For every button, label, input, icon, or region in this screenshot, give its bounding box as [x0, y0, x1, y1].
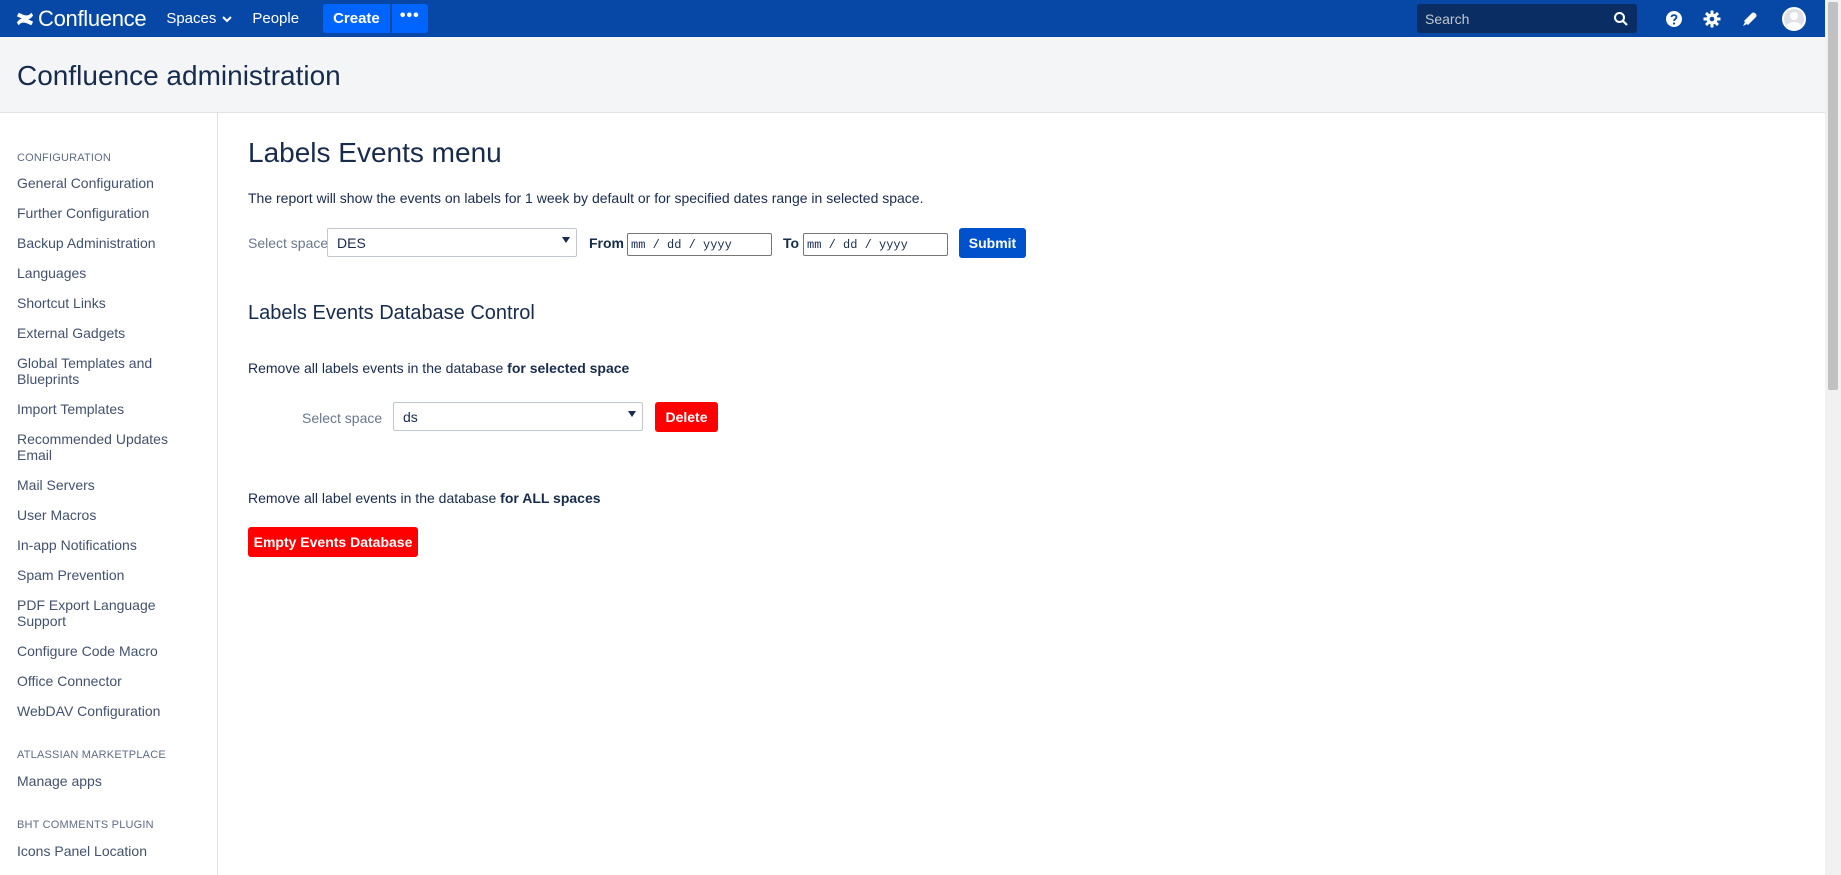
sidebar-heading-bht-comments-plugin: BHT COMMENTS PLUGIN [17, 819, 154, 831]
dropdown-arrow-icon [628, 411, 636, 417]
notifications-button[interactable] [1731, 0, 1769, 37]
remove-all-emphasis: for ALL spaces [500, 490, 601, 506]
settings-button[interactable] [1693, 0, 1731, 37]
sidebar-item-recommended-updates-email[interactable]: Recommended Updates Email [17, 431, 177, 463]
sidebar-heading-atlassian-marketplace: ATLASSIAN MARKETPLACE [17, 749, 166, 761]
report-space-select[interactable]: DES [327, 228, 577, 257]
report-description: The report will show the events on label… [248, 190, 924, 206]
sidebar-item-office-connector[interactable]: Office Connector [17, 673, 207, 689]
logo-text: Confluence [38, 5, 147, 31]
create-button[interactable]: Create [323, 4, 390, 33]
create-label: Create [333, 10, 380, 27]
sidebar-item-global-templates[interactable]: Global Templates and Blueprints [17, 355, 167, 387]
admin-sidebar: CONFIGURATION General Configuration Furt… [0, 113, 218, 875]
gear-icon [1703, 10, 1721, 27]
confluence-logo[interactable]: Confluence [16, 0, 147, 37]
remove-selected-emphasis: for selected space [507, 360, 630, 376]
page-title: Confluence administration [17, 60, 341, 91]
scrollbar-thumb[interactable] [1828, 2, 1838, 390]
sidebar-item-configure-code-macro[interactable]: Configure Code Macro [17, 643, 207, 659]
help-icon [1666, 10, 1682, 27]
delete-label: Delete [665, 409, 708, 425]
confluence-icon [16, 12, 34, 25]
remove-selected-plain: Remove all labels events in the database [248, 360, 504, 376]
remove-all-text: Remove all label events in the database … [248, 490, 601, 506]
dropdown-arrow-icon [562, 237, 570, 243]
page-scrollbar[interactable] [1825, 0, 1841, 875]
delete-button[interactable]: Delete [655, 402, 718, 432]
db-select-space-label: Select space [302, 410, 383, 426]
search-input[interactable] [1425, 10, 1613, 27]
to-label: To [783, 235, 800, 251]
spaces-menu[interactable]: Spaces [156, 0, 242, 37]
from-date-input[interactable]: mm / dd / yyyy [627, 233, 772, 256]
from-label: From [589, 235, 624, 251]
from-date-placeholder: mm / dd / yyyy [631, 237, 732, 252]
search-icon[interactable] [1613, 11, 1629, 27]
spaces-label: Spaces [166, 10, 217, 27]
sidebar-item-further-configuration[interactable]: Further Configuration [17, 205, 207, 221]
sidebar-item-shortcut-links[interactable]: Shortcut Links [17, 295, 207, 311]
sidebar-item-spam-prevention[interactable]: Spam Prevention [17, 567, 207, 583]
select-space-label: Select space [248, 235, 329, 251]
remove-all-plain: Remove all label events in the database [248, 490, 497, 506]
sidebar-item-backup-administration[interactable]: Backup Administration [17, 235, 207, 251]
empty-events-database-button[interactable]: Empty Events Database [248, 527, 418, 557]
more-dots-icon: ••• [399, 6, 420, 24]
report-space-value: DES [337, 234, 366, 251]
db-control-heading: Labels Events Database Control [248, 302, 535, 324]
empty-events-label: Empty Events Database [253, 534, 413, 550]
to-date-input[interactable]: mm / dd / yyyy [803, 233, 948, 256]
megaphone-icon [1743, 11, 1757, 26]
main-content: Labels Events menu The report will show … [218, 113, 1825, 875]
page-header: Confluence administration [0, 37, 1825, 113]
sidebar-item-user-macros[interactable]: User Macros [17, 507, 207, 523]
avatar [1782, 6, 1806, 31]
sidebar-item-manage-apps[interactable]: Manage apps [17, 773, 207, 789]
sidebar-heading-configuration: CONFIGURATION [17, 152, 112, 164]
submit-label: Submit [968, 235, 1017, 251]
remove-selected-text: Remove all labels events in the database… [248, 360, 629, 376]
sidebar-item-pdf-export-language[interactable]: PDF Export Language Support [17, 597, 167, 629]
help-button[interactable] [1655, 0, 1693, 37]
sidebar-item-icons-panel-location[interactable]: Icons Panel Location [17, 843, 207, 859]
sidebar-item-general-configuration[interactable]: General Configuration [17, 175, 207, 191]
people-label: People [252, 10, 300, 27]
create-more-button[interactable]: ••• [391, 4, 428, 33]
db-space-value: ds [403, 408, 418, 425]
sidebar-item-webdav-configuration[interactable]: WebDAV Configuration [17, 703, 207, 719]
to-date-placeholder: mm / dd / yyyy [807, 237, 908, 252]
sidebar-item-external-gadgets[interactable]: External Gadgets [17, 325, 207, 341]
sidebar-item-in-app-notifications[interactable]: In-app Notifications [17, 537, 207, 553]
sidebar-item-import-templates[interactable]: Import Templates [17, 401, 207, 417]
people-link[interactable]: People [242, 0, 309, 37]
sidebar-item-languages[interactable]: Languages [17, 265, 207, 281]
sidebar-item-mail-servers[interactable]: Mail Servers [17, 477, 207, 493]
chevron-down-icon [222, 15, 233, 22]
submit-button[interactable]: Submit [959, 228, 1026, 258]
labels-events-title: Labels Events menu [248, 137, 502, 168]
top-navigation-bar: Confluence Spaces People Create ••• [0, 0, 1825, 37]
db-space-select[interactable]: ds [393, 402, 643, 431]
search-box[interactable] [1417, 4, 1637, 33]
user-profile-button[interactable] [1769, 0, 1819, 37]
